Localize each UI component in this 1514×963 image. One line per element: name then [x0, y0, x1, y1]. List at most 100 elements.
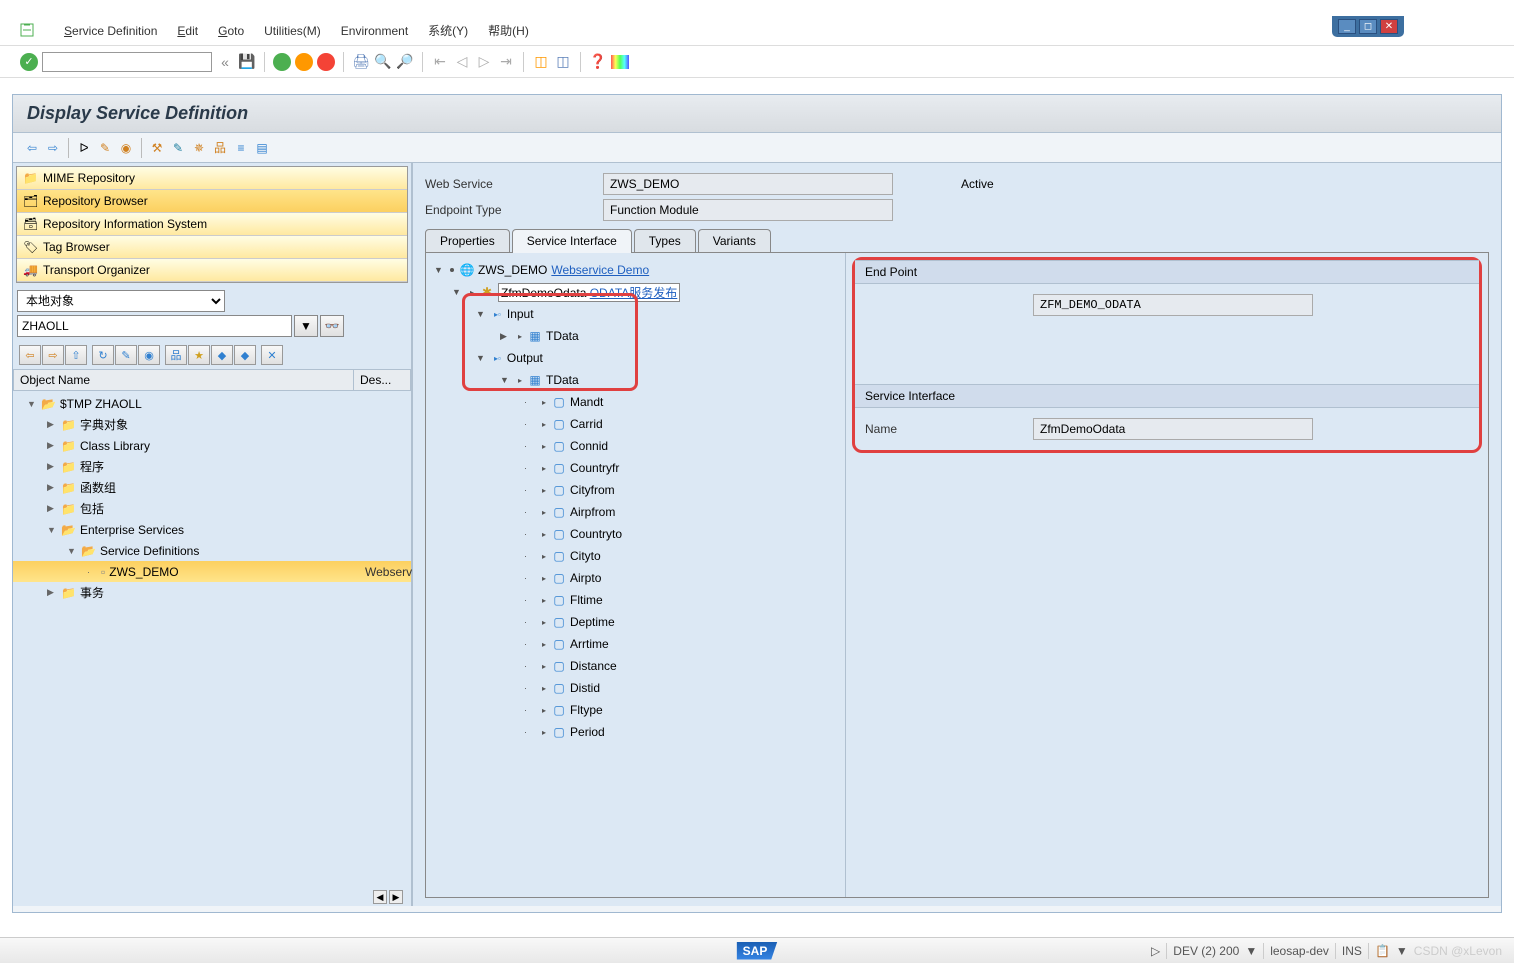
menu-icon[interactable] [20, 23, 36, 39]
tree-node--tmp-zhaoll[interactable]: ▼📂$TMP ZHAOLL [13, 393, 411, 414]
obj-tree-icon[interactable]: 品 [165, 345, 187, 365]
svc-node-deptime[interactable]: ·▸▢Deptime [428, 611, 843, 633]
shortcut-icon[interactable]: ◫ [554, 53, 572, 71]
find-icon[interactable]: 🔍 [374, 53, 392, 71]
expander-icon[interactable]: ▼ [476, 309, 488, 319]
expander-icon[interactable]: ▶ [47, 503, 57, 514]
expander-icon[interactable]: · [524, 397, 536, 407]
expander-icon[interactable]: ▼ [452, 287, 464, 297]
svc-node-zfmdemoodata[interactable]: ▼▸✱ZfmDemoOdata ODATA服务发布 [428, 281, 843, 303]
help-icon[interactable]: ❓ [589, 53, 607, 71]
svc-node-airpfrom[interactable]: ·▸▢Airpfrom [428, 501, 843, 523]
where-used-icon[interactable]: 品 [211, 139, 229, 157]
tab-mime-repository[interactable]: 📁MIME Repository [17, 167, 407, 190]
expander-icon[interactable]: · [524, 441, 536, 451]
expander-icon[interactable]: ▶ [47, 440, 57, 451]
svc-node-fltime[interactable]: ·▸▢Fltime [428, 589, 843, 611]
find-next-icon[interactable]: 🔎 [396, 53, 414, 71]
expander-icon[interactable]: ▶ [47, 461, 57, 472]
layout-icon[interactable] [611, 55, 629, 69]
expander-icon[interactable]: · [524, 463, 536, 473]
minimize-button[interactable]: _ [1338, 19, 1356, 34]
menu-help[interactable]: 帮助(H) [488, 22, 529, 39]
svc-node-cityfrom[interactable]: ·▸▢Cityfrom [428, 479, 843, 501]
expander-icon[interactable]: · [524, 683, 536, 693]
check-icon[interactable]: ✎ [169, 139, 187, 157]
expander-icon[interactable]: ▼ [67, 546, 77, 556]
svc-node-mandt[interactable]: ·▸▢Mandt [428, 391, 843, 413]
obj-set2-icon[interactable]: ◆ [234, 345, 256, 365]
obj-fav-icon[interactable]: ★ [188, 345, 210, 365]
tree-node-class-library[interactable]: ▶📁Class Library [13, 435, 411, 456]
svc-node-tdata[interactable]: ▶▸▦TData [428, 325, 843, 347]
menu-edit[interactable]: Edit [177, 24, 198, 38]
expander-icon[interactable]: · [524, 617, 536, 627]
svc-node-distance[interactable]: ·▸▢Distance [428, 655, 843, 677]
menu-service-definition[interactable]: Service Definition [64, 24, 157, 38]
expander-icon[interactable]: ▼ [47, 525, 57, 535]
user-input[interactable] [17, 315, 292, 337]
obj-set-icon[interactable]: ◆ [211, 345, 233, 365]
obj-display-icon[interactable]: ◉ [138, 345, 160, 365]
tree-node--[interactable]: ▶📁事务 [13, 582, 411, 603]
menu-environment[interactable]: Environment [341, 24, 408, 38]
menu-utilities[interactable]: Utilities(M) [264, 24, 321, 38]
scroll-left-icon[interactable]: ◀ [373, 890, 387, 904]
obj-close-icon[interactable]: ✕ [261, 345, 283, 365]
svc-node-input[interactable]: ▼▸▫Input [428, 303, 843, 325]
svc-node-connid[interactable]: ·▸▢Connid [428, 435, 843, 457]
nav-fwd-icon[interactable]: ⇨ [44, 139, 62, 157]
last-page-icon[interactable]: ⇥ [497, 53, 515, 71]
enhance-icon[interactable]: ⚒ [148, 139, 166, 157]
svc-node-distid[interactable]: ·▸▢Distid [428, 677, 843, 699]
maximize-button[interactable]: ◻ [1359, 19, 1377, 34]
tree-node--[interactable]: ▶📁字典对象 [13, 414, 411, 435]
tree-node--[interactable]: ▶📁函数组 [13, 477, 411, 498]
expander-icon[interactable]: ▶ [47, 419, 57, 430]
tree-node--[interactable]: ▶📁程序 [13, 456, 411, 477]
tree-node--[interactable]: ▶📁 包括 [13, 498, 411, 519]
back-button[interactable] [273, 53, 291, 71]
expander-icon[interactable]: · [524, 419, 536, 429]
prev-icon[interactable]: « [216, 53, 234, 71]
display-edit-icon[interactable]: ᐅ [75, 139, 93, 157]
svc-node-cityto[interactable]: ·▸▢Cityto [428, 545, 843, 567]
obj-edit-icon[interactable]: ✎ [115, 345, 137, 365]
display-button[interactable]: 👓 [320, 315, 344, 337]
col-object-name[interactable]: Object Name [14, 370, 354, 390]
other-object-icon[interactable]: ◉ [117, 139, 135, 157]
scroll-right-icon[interactable]: ▶ [389, 890, 403, 904]
save-icon[interactable]: 💾 [238, 53, 256, 71]
expander-icon[interactable]: ▼ [500, 375, 512, 385]
svc-node-countryto[interactable]: ·▸▢Countryto [428, 523, 843, 545]
obj-fwd-icon[interactable]: ⇨ [42, 345, 64, 365]
prev-page-icon[interactable]: ◁ [453, 53, 471, 71]
expander-icon[interactable]: ▶ [47, 587, 57, 598]
expander-icon[interactable]: · [87, 567, 97, 577]
tab-tag-browser[interactable]: 🏷Tag Browser [17, 236, 407, 259]
tab-service-interface[interactable]: Service Interface [512, 229, 632, 252]
dropdown-button[interactable]: ▼ [294, 315, 318, 337]
expander-icon[interactable]: · [524, 485, 536, 495]
expander-icon[interactable]: ▶ [500, 331, 512, 342]
svc-node-output[interactable]: ▼▸▫Output [428, 347, 843, 369]
expander-icon[interactable]: · [524, 507, 536, 517]
expander-icon[interactable]: · [524, 595, 536, 605]
svc-node-fltype[interactable]: ·▸▢Fltype [428, 699, 843, 721]
tab-transport-organizer[interactable]: 🚚Transport Organizer [17, 259, 407, 282]
next-page-icon[interactable]: ▷ [475, 53, 493, 71]
first-page-icon[interactable]: ⇤ [431, 53, 449, 71]
tab-types[interactable]: Types [634, 229, 696, 252]
activate-icon[interactable]: ✵ [190, 139, 208, 157]
active-inactive-icon[interactable]: ✎ [96, 139, 114, 157]
svc-node-arrtime[interactable]: ·▸▢Arrtime [428, 633, 843, 655]
expander-icon[interactable]: · [524, 573, 536, 583]
tab-repository-info-system[interactable]: 🗃Repository Information System [17, 213, 407, 236]
expander-icon[interactable]: · [524, 727, 536, 737]
obj-refresh-icon[interactable]: ↻ [92, 345, 114, 365]
svc-node-airpto[interactable]: ·▸▢Airpto [428, 567, 843, 589]
tab-variants[interactable]: Variants [698, 229, 771, 252]
expander-icon[interactable]: ▼ [27, 399, 37, 409]
command-field[interactable] [42, 52, 212, 72]
svc-node-zws-demo[interactable]: ▼🌐ZWS_DEMO Webservice Demo [428, 259, 843, 281]
